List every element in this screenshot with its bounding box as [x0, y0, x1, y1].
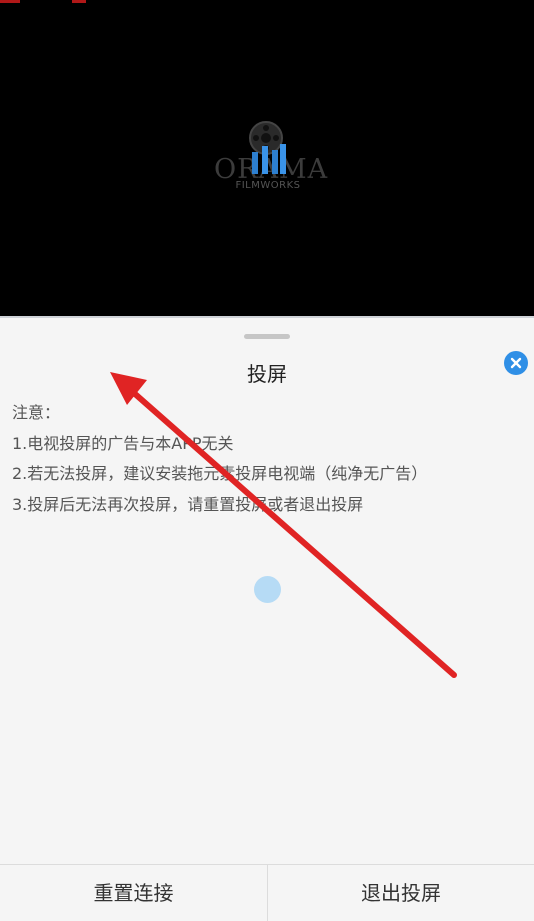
exit-cast-button[interactable]: 退出投屏: [267, 865, 534, 921]
video-top-mark: [0, 0, 86, 3]
loading-spinner: [254, 576, 281, 603]
sheet-footer: 重置连接 退出投屏: [0, 864, 534, 921]
close-icon: [510, 357, 522, 369]
reset-connection-button[interactable]: 重置连接: [0, 865, 267, 921]
close-button[interactable]: [504, 351, 528, 375]
drag-handle[interactable]: [244, 334, 290, 339]
sheet-title: 投屏: [247, 362, 287, 386]
cast-bottom-sheet: 投屏 注意： 1.电视投屏的广告与本APP无关 2.若无法投屏，建议安装拖元素投…: [0, 316, 534, 921]
film-logo: ORAMA FILMWORKS: [214, 120, 327, 196]
notice-item: 1.电视投屏的广告与本APP无关: [12, 433, 234, 453]
notice-list: 注意： 1.电视投屏的广告与本APP无关 2.若无法投屏，建议安装拖元素投屏电视…: [12, 398, 522, 520]
logo-subtitle: FILMWORKS: [235, 180, 301, 191]
logo-bars-icon: [252, 144, 286, 174]
notice-heading: 注意：: [12, 403, 61, 422]
notice-item: 3.投屏后无法再次投屏，请重置投屏或者退出投屏: [12, 494, 364, 514]
notice-item: 2.若无法投屏，建议安装拖元素投屏电视端（纯净无广告）: [12, 464, 428, 483]
video-player[interactable]: ORAMA FILMWORKS: [0, 0, 534, 316]
